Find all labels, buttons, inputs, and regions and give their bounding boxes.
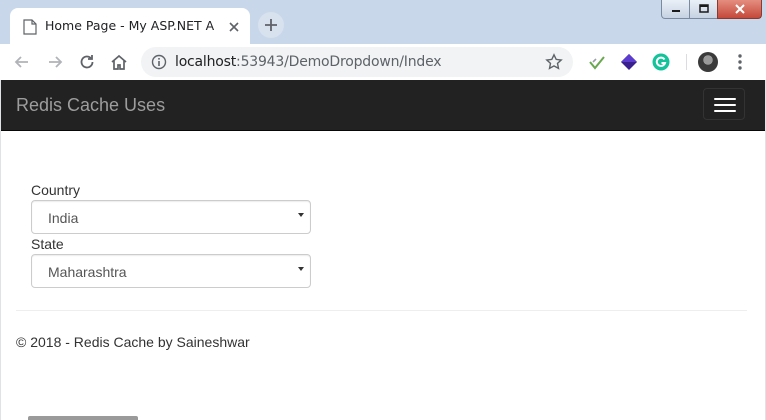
taskbar-fragment — [28, 416, 138, 420]
footer-text: © 2018 - Redis Cache by Saineshwar — [16, 334, 250, 350]
forward-icon[interactable] — [45, 52, 65, 72]
state-select[interactable]: Maharashtra — [31, 254, 311, 288]
state-label: State — [31, 236, 64, 252]
tab-title: Home Page - My ASP.NET Applic — [45, 18, 215, 33]
info-icon[interactable] — [151, 54, 167, 70]
page-viewport: Redis Cache Uses Country India State Mah… — [1, 80, 765, 420]
chevron-down-icon — [298, 267, 304, 271]
reload-icon[interactable] — [77, 52, 97, 72]
footer-divider — [16, 310, 747, 311]
navbar-toggle-button[interactable] — [703, 88, 745, 120]
url-host: localhost — [175, 54, 237, 70]
country-select[interactable]: India — [31, 200, 311, 234]
chevron-down-icon — [298, 213, 304, 217]
plus-icon — [265, 19, 277, 31]
home-icon[interactable] — [109, 52, 129, 72]
browser-tab[interactable]: Home Page - My ASP.NET Applic — [10, 8, 250, 44]
grammarly-icon[interactable] — [652, 53, 670, 71]
maximize-button[interactable] — [689, 0, 718, 19]
menu-dots-icon[interactable] — [734, 52, 746, 72]
minimize-icon — [671, 10, 680, 12]
profile-avatar[interactable] — [698, 52, 718, 72]
country-select-value: India — [48, 210, 79, 226]
maximize-icon — [698, 4, 709, 13]
close-icon — [734, 4, 745, 14]
feedly-icon[interactable] — [588, 53, 606, 71]
state-select-value: Maharashtra — [48, 264, 127, 280]
hamburger-bar — [714, 110, 736, 112]
close-window-button[interactable] — [717, 0, 762, 19]
url-path: :53943/DemoDropdown/Index — [236, 54, 442, 70]
browser-toolbar: localhost:53943/DemoDropdown/Index — [0, 44, 766, 80]
back-icon[interactable] — [12, 52, 32, 72]
country-label: Country — [31, 182, 81, 198]
navbar-brand[interactable]: Redis Cache Uses — [16, 95, 165, 116]
hamburger-bar — [714, 104, 736, 106]
browser-titlebar: Home Page - My ASP.NET Applic — [0, 0, 766, 44]
url-text: localhost:53943/DemoDropdown/Index — [175, 54, 442, 70]
hamburger-bar — [714, 98, 736, 100]
new-tab-button[interactable] — [258, 12, 284, 38]
address-bar[interactable]: localhost:53943/DemoDropdown/Index — [141, 47, 573, 77]
bookmark-star-icon[interactable] — [545, 53, 563, 71]
minimize-button[interactable] — [661, 0, 690, 19]
navbar: Redis Cache Uses — [1, 80, 765, 131]
toolbar-separator — [686, 54, 687, 70]
document-icon — [23, 19, 37, 35]
ext-cube-icon[interactable] — [620, 53, 638, 71]
close-tab-icon[interactable] — [226, 19, 242, 35]
